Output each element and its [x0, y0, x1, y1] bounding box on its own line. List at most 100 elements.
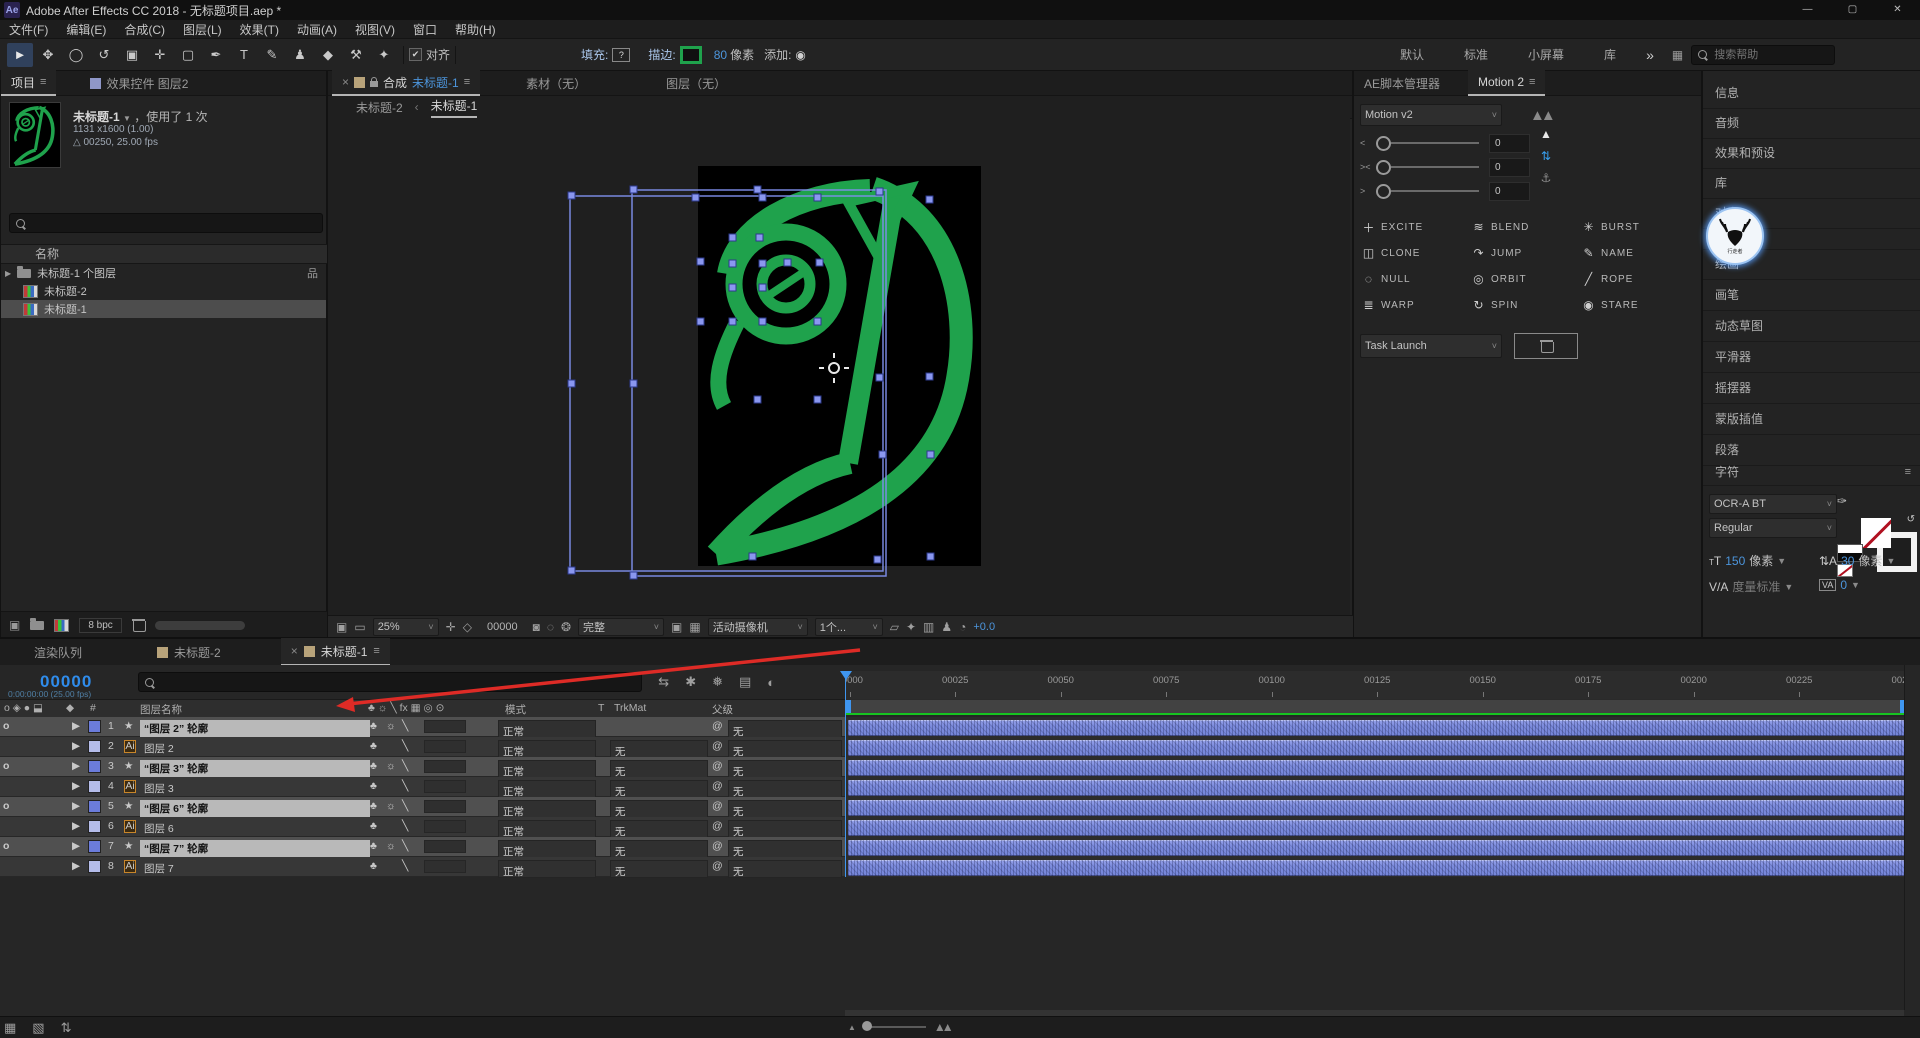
- label-color-chip[interactable]: [88, 780, 101, 793]
- panel-menu-icon[interactable]: ≡: [373, 645, 379, 657]
- collapse-switch-icon[interactable]: ♣: [370, 820, 377, 832]
- expand-arrow-icon[interactable]: ▶: [72, 820, 80, 832]
- expand-layers-icon[interactable]: ▦: [4, 1020, 16, 1036]
- layer-duration-bar[interactable]: [848, 840, 1904, 856]
- collapsed-panel-header[interactable]: 库: [1703, 169, 1920, 199]
- tool-icon[interactable]: ↺: [91, 43, 117, 67]
- menu-item[interactable]: 效果(T): [240, 21, 279, 38]
- layer-duration-bar[interactable]: [848, 740, 1904, 756]
- collapsed-panel-header[interactable]: 信息: [1703, 79, 1920, 109]
- leading-value[interactable]: 30: [1841, 554, 1854, 568]
- timeline-search[interactable]: [138, 672, 642, 692]
- expand-arrow-icon[interactable]: ▶: [5, 269, 11, 278]
- caret-down-icon[interactable]: ▼: [1784, 582, 1793, 592]
- parent-select[interactable]: 无˅: [728, 820, 842, 838]
- tool-icon[interactable]: ◆: [315, 43, 341, 67]
- table-row[interactable]: o ▶ 8 ★ Ai 图层 7 ♣ ☼ ╲ 正常˅ 无˅ @ 无˅: [0, 857, 1920, 877]
- motion-tool-button[interactable]: ↻ SPIN: [1472, 295, 1572, 315]
- table-row[interactable]: o ▶ 4 ★ Ai 图层 3 ♣ ☼ ╲ 正常˅ 无˅ @ 无˅: [0, 777, 1920, 797]
- panel-menu-icon[interactable]: ≡: [40, 76, 46, 88]
- fast-previews-icon[interactable]: ✦: [906, 620, 916, 634]
- zoom-in-mountain-icon[interactable]: ▲▲: [934, 1020, 950, 1034]
- fill-swatch[interactable]: ?: [612, 48, 630, 62]
- exposure-icon[interactable]: ◔: [959, 620, 966, 634]
- breadcrumb-comp1[interactable]: 未标题-1: [431, 97, 478, 118]
- layer-duration-bar[interactable]: [848, 820, 1904, 836]
- blend-mode-select[interactable]: 正常˅: [498, 760, 596, 778]
- zoom-slider-track[interactable]: [864, 1026, 926, 1028]
- collapsed-panel-header[interactable]: 画笔: [1703, 280, 1920, 311]
- current-frame[interactable]: 00000: [487, 621, 518, 633]
- menu-item[interactable]: 动画(A): [297, 21, 337, 38]
- quality-switch-icon[interactable]: ╲: [402, 820, 408, 832]
- task-launch-select[interactable]: Task Launch˅: [1360, 334, 1502, 358]
- slider-value[interactable]: 0: [1489, 158, 1530, 177]
- quality-switch-icon[interactable]: ╲: [402, 720, 408, 732]
- minimap-icon[interactable]: ⇆: [658, 674, 669, 690]
- caret-down-icon[interactable]: ▼: [1777, 556, 1786, 566]
- pickwhip-icon[interactable]: @: [712, 720, 723, 732]
- parent-select[interactable]: 无˅: [728, 840, 842, 858]
- tool-icon[interactable]: ✎: [259, 43, 285, 67]
- parent-select[interactable]: 无˅: [728, 760, 842, 778]
- workspace-overflow[interactable]: »: [1646, 47, 1654, 63]
- inout-columns-icon[interactable]: ⇅: [61, 1020, 72, 1036]
- stroke-swatch[interactable]: [680, 46, 702, 64]
- switch-cells[interactable]: [424, 740, 466, 753]
- pickwhip-icon[interactable]: @: [712, 780, 723, 792]
- new-folder-icon[interactable]: [30, 621, 44, 630]
- menu-item[interactable]: 文件(F): [9, 21, 48, 38]
- table-row[interactable]: o ▶ 5 ★ Ai “图层 6” 轮廓 ♣ ☼ ╲ 正常˅ 无˅ @ 无˅: [0, 797, 1920, 817]
- rocket-icon[interactable]: ▲: [1540, 127, 1552, 141]
- caret-down-icon[interactable]: ▼: [1851, 580, 1860, 590]
- timeline-search-input[interactable]: [159, 675, 583, 689]
- parent-select[interactable]: 无˅: [728, 800, 842, 818]
- slider-track[interactable]: [1391, 166, 1479, 168]
- slider-track[interactable]: [1391, 190, 1479, 192]
- color-depth-button[interactable]: 8 bpc: [79, 618, 121, 633]
- panel-menu-icon[interactable]: ≡: [1905, 459, 1911, 485]
- menu-item[interactable]: 合成(C): [124, 21, 165, 38]
- graph-editor-icon[interactable]: ◐: [767, 675, 775, 690]
- slider-knob[interactable]: [1376, 136, 1391, 151]
- tab-render-queue[interactable]: 渲染队列: [34, 644, 82, 661]
- parent-select[interactable]: 无˅: [728, 720, 842, 738]
- visibility-toggle[interactable]: o: [3, 720, 9, 732]
- close-button[interactable]: ✕: [1875, 0, 1920, 20]
- tool-icon[interactable]: ✒: [203, 43, 229, 67]
- tool-icon[interactable]: ◯: [63, 43, 89, 67]
- menu-item[interactable]: 帮助(H): [455, 21, 496, 38]
- effects-switch-icon[interactable]: ☼: [386, 720, 396, 732]
- maximize-button[interactable]: ▢: [1830, 0, 1875, 20]
- motion-tool-button[interactable]: ↷ JUMP: [1472, 243, 1572, 263]
- close-tab-icon[interactable]: ×: [291, 644, 298, 658]
- switch-cells[interactable]: [424, 760, 466, 773]
- pixel-aspect-icon[interactable]: ▱: [890, 620, 899, 634]
- blend-mode-select[interactable]: 正常˅: [498, 860, 596, 878]
- collapse-switch-icon[interactable]: ♣: [370, 860, 377, 872]
- tool-icon[interactable]: ⚒: [343, 43, 369, 67]
- roi-icon[interactable]: ✛: [446, 620, 456, 634]
- scale-arrows-icon[interactable]: ⇅: [1541, 149, 1551, 163]
- switch-cells[interactable]: [424, 840, 466, 853]
- collapse-switch-icon[interactable]: ♣: [370, 840, 377, 852]
- close-tab-icon[interactable]: ×: [342, 75, 349, 89]
- menu-item[interactable]: 窗口: [413, 21, 437, 38]
- composition-viewport[interactable]: [328, 118, 1350, 616]
- collapsed-panel-header[interactable]: 摇摆器: [1703, 373, 1920, 404]
- motion-tool-button[interactable]: ✎ NAME: [1582, 243, 1682, 263]
- menu-item[interactable]: 视图(V): [355, 21, 395, 38]
- project-item-folder[interactable]: ▶ 未标题-1 个图层 品: [1, 264, 326, 282]
- motion-tool-button[interactable]: ╱ ROPE: [1582, 269, 1682, 289]
- pickwhip-icon[interactable]: @: [712, 820, 723, 832]
- resolution-select[interactable]: 完整˅: [578, 618, 664, 636]
- motion-blur-icon[interactable]: ▤: [739, 674, 751, 690]
- workspace-icon[interactable]: ▦: [1672, 48, 1683, 62]
- kerning-value[interactable]: 度量标准: [1732, 578, 1780, 595]
- effects-switch-icon[interactable]: ☼: [386, 760, 396, 772]
- label-color-chip[interactable]: [88, 840, 101, 853]
- label-color-chip[interactable]: [88, 820, 101, 833]
- workspace-label[interactable]: 库: [1604, 46, 1616, 63]
- blend-mode-select[interactable]: 正常˅: [498, 780, 596, 798]
- slider-track[interactable]: [1391, 142, 1479, 144]
